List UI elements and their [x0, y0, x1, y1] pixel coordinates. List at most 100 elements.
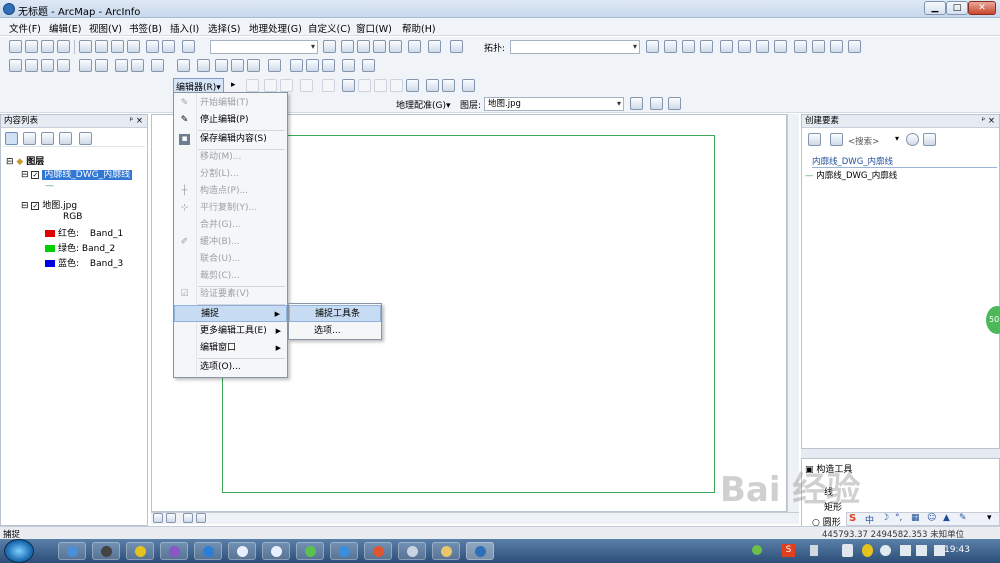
menu-merge[interactable]: 合并(G)...: [174, 217, 287, 234]
menu-buffer[interactable]: ✐ 缓冲(B)...: [174, 234, 287, 251]
back-icon[interactable]: [115, 59, 128, 72]
tray-network-icon[interactable]: [752, 545, 762, 555]
fix-topology-icon[interactable]: [794, 40, 807, 53]
attributes-icon[interactable]: [426, 79, 439, 92]
menu-windows[interactable]: 窗口(W): [356, 21, 392, 35]
close-button[interactable]: ✕: [968, 1, 996, 15]
full-extent-icon[interactable]: [57, 59, 70, 72]
toc-pin-close[interactable]: ᵖ ×: [130, 115, 143, 128]
search-dropdown-icon[interactable]: ▾: [895, 134, 899, 143]
delete-icon[interactable]: [127, 40, 140, 53]
layer-map-checkbox[interactable]: ✓: [31, 201, 40, 210]
tray-bluetooth-icon[interactable]: [880, 545, 891, 556]
tray-shield-icon[interactable]: [842, 544, 853, 557]
map-topology-icon[interactable]: [664, 40, 677, 53]
menu-options[interactable]: 选项(O)...: [174, 359, 287, 376]
taskbar-app-10[interactable]: [364, 542, 392, 560]
topology-combo[interactable]: [510, 40, 640, 54]
python-icon[interactable]: [408, 40, 421, 53]
taskbar-arcmap[interactable]: [466, 542, 494, 560]
taskbar-app-9[interactable]: [330, 542, 358, 560]
topology-error-icon[interactable]: [830, 40, 843, 53]
menu-geoprocessing[interactable]: 地理处理(G): [249, 21, 302, 35]
taskbar-app-3[interactable]: [126, 542, 154, 560]
measure-icon[interactable]: [268, 59, 281, 72]
help-icon[interactable]: [450, 40, 463, 53]
list-by-visibility-icon[interactable]: [41, 132, 54, 145]
taskbar-app-5[interactable]: [194, 542, 222, 560]
menu-start-editing[interactable]: ✎ 开始编辑(T): [174, 95, 287, 112]
panel-splitter[interactable]: [801, 449, 1000, 458]
generalize-icon[interactable]: [738, 40, 751, 53]
tray-sogou-icon[interactable]: S: [782, 544, 795, 557]
menu-snapping[interactable]: 捕捉 ▶: [174, 305, 287, 322]
fixed-zoom-in-icon[interactable]: [79, 59, 92, 72]
edit-tool-icon[interactable]: ▸: [230, 79, 243, 92]
layer-dwg[interactable]: ⊟ ✓ 内廓线_DWG_内廓线: [21, 167, 133, 180]
start-button[interactable]: [4, 539, 34, 563]
scale-combo[interactable]: [210, 40, 318, 54]
tray-display-icon[interactable]: [916, 545, 927, 556]
data-view-icon[interactable]: [153, 513, 163, 523]
taskbar-app-2[interactable]: [92, 542, 120, 560]
catalog-icon[interactable]: [357, 40, 370, 53]
taskbar-app-4[interactable]: [160, 542, 188, 560]
list-by-drawing-order-icon[interactable]: [5, 132, 18, 145]
viewer-window-icon[interactable]: [362, 59, 375, 72]
pan-icon[interactable]: [41, 59, 54, 72]
rotate-icon[interactable]: [406, 79, 419, 92]
menu-more-editing-tools[interactable]: 更多编辑工具(E) ▶: [174, 323, 287, 340]
redo-icon[interactable]: [162, 40, 175, 53]
search-window-icon[interactable]: [373, 40, 386, 53]
ime-chinese-mode-icon[interactable]: 中: [865, 513, 874, 526]
georef-menu[interactable]: 地理配准(G)▾: [396, 98, 451, 111]
taskbar-clock[interactable]: 19:43: [944, 545, 970, 555]
sogou-ime-icon[interactable]: S: [849, 513, 856, 524]
paste-icon[interactable]: [111, 40, 124, 53]
topology-edit-icon[interactable]: [682, 40, 695, 53]
menu-selection[interactable]: 选择(S): [208, 21, 240, 35]
menu-bookmarks[interactable]: 书签(B): [129, 21, 162, 35]
error-inspector-icon[interactable]: [812, 40, 825, 53]
menu-split[interactable]: 分割(L)...: [174, 166, 287, 183]
list-by-source-icon[interactable]: [23, 132, 36, 145]
toc-options-icon[interactable]: [79, 132, 92, 145]
organize-templates-icon[interactable]: [808, 133, 821, 146]
select-features-icon[interactable]: [151, 59, 164, 72]
taskbar-app-12[interactable]: [432, 542, 460, 560]
add-control-points-icon[interactable]: [650, 97, 663, 110]
sketch-properties-icon[interactable]: [442, 79, 455, 92]
topology-tool-icon[interactable]: [646, 40, 659, 53]
add-data-icon[interactable]: [182, 40, 195, 53]
search-options-icon[interactable]: [923, 133, 936, 146]
identify-icon[interactable]: [215, 59, 228, 72]
edit-vertices-icon[interactable]: [342, 79, 355, 92]
ime-user-icon[interactable]: ☺: [927, 513, 936, 523]
menu-customize[interactable]: 自定义(C): [308, 21, 351, 35]
clear-selection-icon[interactable]: [177, 59, 190, 72]
menu-snapping-options[interactable]: 选项...: [289, 323, 381, 340]
menu-save-edits[interactable]: ▪ 保存编辑内容(S): [174, 131, 287, 148]
template-search-input[interactable]: <搜索>: [848, 135, 879, 147]
time-slider-icon[interactable]: [342, 59, 355, 72]
menu-move[interactable]: 移动(M)...: [174, 149, 287, 166]
new-icon[interactable]: [9, 40, 22, 53]
zoom-in-icon[interactable]: [9, 59, 22, 72]
taskbar-app-6[interactable]: [228, 542, 256, 560]
hyperlink-icon[interactable]: [231, 59, 244, 72]
menu-insert[interactable]: 插入(I): [170, 21, 199, 35]
create-features-icon[interactable]: [462, 79, 475, 92]
print-icon[interactable]: [57, 40, 70, 53]
ime-punct-icon[interactable]: °,: [895, 513, 902, 523]
toc-window-icon[interactable]: [341, 40, 354, 53]
forward-icon[interactable]: [131, 59, 144, 72]
find-icon[interactable]: [290, 59, 303, 72]
pause-drawing-icon[interactable]: [196, 513, 206, 523]
layer-dwg-label[interactable]: 内廓线_DWG_内廓线: [42, 170, 133, 180]
editor-toolbar-icon[interactable]: [323, 40, 336, 53]
menu-snapping-toolbar[interactable]: 捕捉工具条: [289, 305, 381, 322]
tray-app-icon[interactable]: [862, 544, 873, 557]
model-builder-icon[interactable]: [428, 40, 441, 53]
smooth-icon[interactable]: [756, 40, 769, 53]
search-icon[interactable]: [906, 133, 919, 146]
